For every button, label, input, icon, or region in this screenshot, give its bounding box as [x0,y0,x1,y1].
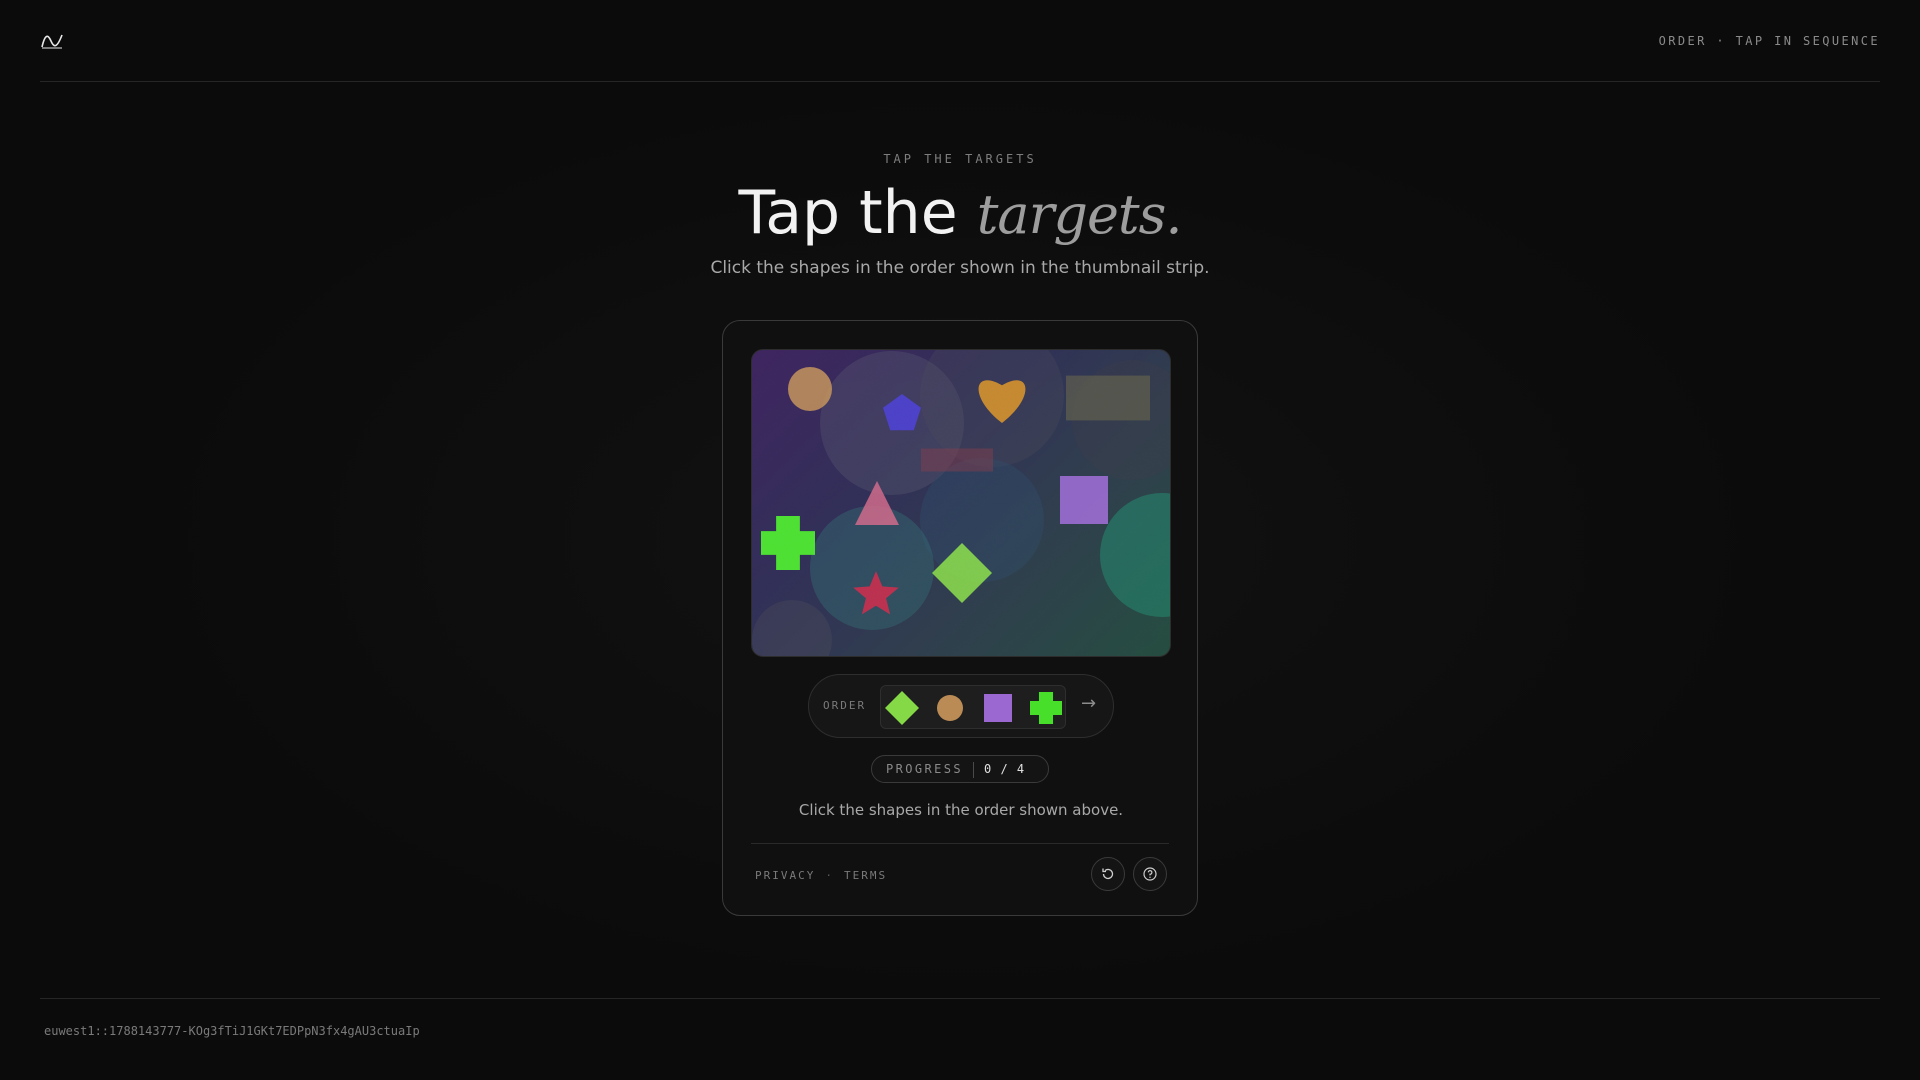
challenge-instruction: Click the shapes in the order shown abov… [798,801,1124,819]
link-separator: · [825,869,834,882]
top-meta: ORDER · TAP IN SEQUENCE [1658,33,1880,48]
card-footer-links: PRIVACY · TERMS [755,869,887,882]
session-id: euwest1::1788143777-KOg3fTiJ1GKt7EDPpN3f… [44,1024,420,1038]
page-subtitle: Click the shapes in the order shown in t… [710,258,1210,278]
challenge-card: ORDER → PROGRESS 0 / 4 Click the shapes … [722,320,1198,916]
progress-separator [973,762,974,778]
order-thumb-violet-square [984,694,1012,722]
eyebrow: TAP THE TARGETS [883,152,1037,166]
order-label: ORDER [823,699,867,712]
refresh-icon [1102,868,1114,880]
order-thumb-lime-diamond [885,691,919,725]
progress-value: 0 / 4 [984,762,1026,776]
order-strip: ORDER → [808,674,1114,738]
challenge-canvas [751,349,1171,657]
progress-label: PROGRESS [886,762,963,776]
order-thumbnails [880,685,1066,729]
page-title: Tap the targets. [0,176,1920,252]
wave-logo-icon[interactable] [40,32,64,50]
top-bar: ORDER · TAP IN SEQUENCE [40,0,1880,82]
title-accent: targets. [976,183,1183,246]
progress-indicator: PROGRESS 0 / 4 [871,755,1049,783]
title-plain: Tap the [738,178,977,248]
help-icon [1143,867,1157,881]
order-thumb-tan-circle [937,695,963,721]
order-thumb-green-cross [1030,692,1062,724]
terms-link[interactable]: TERMS [844,869,887,882]
card-divider [751,843,1169,844]
privacy-link[interactable]: PRIVACY [755,869,815,882]
help-button[interactable] [1133,857,1167,891]
arrow-right-icon[interactable]: → [1081,693,1096,714]
footer-divider [40,998,1880,999]
refresh-button[interactable] [1091,857,1125,891]
